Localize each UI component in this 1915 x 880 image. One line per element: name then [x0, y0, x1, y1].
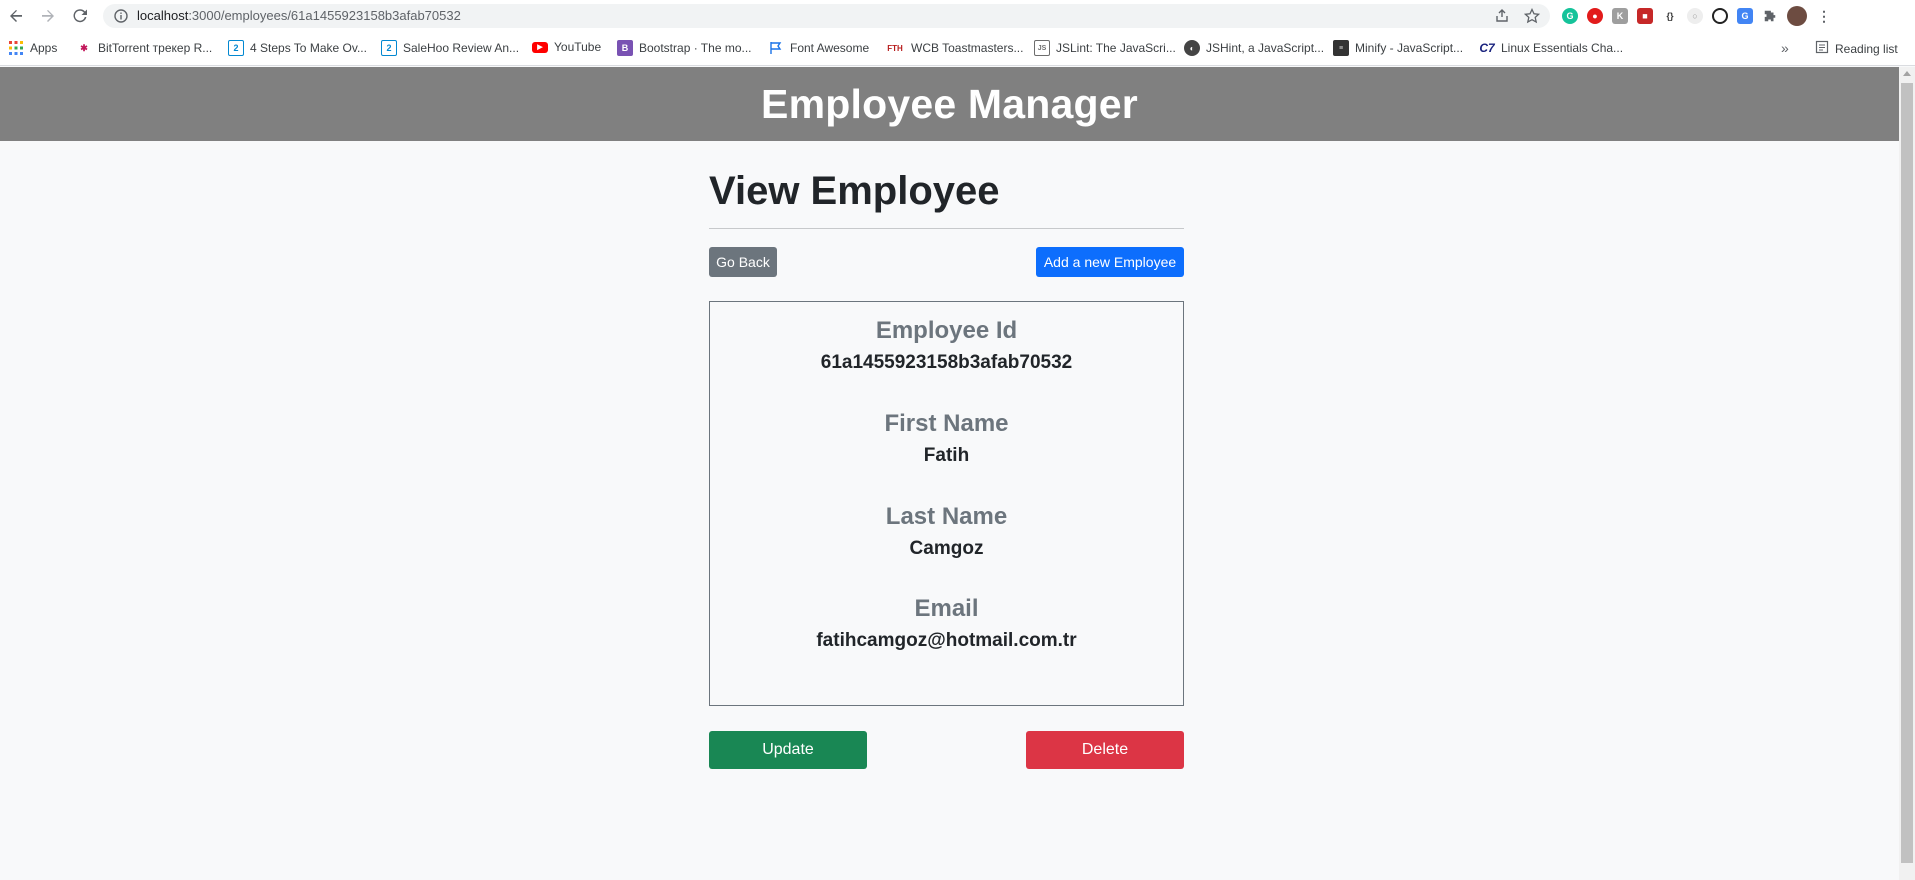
forward-arrow-icon[interactable]	[38, 6, 58, 26]
update-button[interactable]: Update	[709, 731, 867, 769]
salehoo-icon: 2	[381, 40, 397, 56]
bookmark-label: Font Awesome	[790, 41, 870, 55]
address-bar[interactable]: localhost:3000/employees/61a1455923158b3…	[103, 4, 1550, 28]
title-divider	[709, 228, 1184, 229]
scroll-up-arrow-icon[interactable]	[1903, 71, 1911, 76]
bookmark-label: JSLint: The JavaScri...	[1056, 41, 1176, 55]
bookmark-star-icon[interactable]	[1523, 7, 1541, 29]
go-back-button[interactable]: Go Back	[709, 247, 777, 277]
bookmark-youtube[interactable]: ▶ YouTube	[532, 40, 601, 54]
bookmark-label: Linux Essentials Cha...	[1501, 41, 1624, 55]
bookmark-toastmasters[interactable]: FTH WCB Toastmasters...	[885, 40, 1023, 56]
main-content: View Employee Go Back Add a new Employee…	[709, 141, 1184, 769]
bookmark-label: Minify - JavaScript...	[1355, 41, 1464, 55]
site-info-icon[interactable]	[113, 8, 129, 29]
salehoo-icon: 2	[228, 40, 244, 56]
ext-red-icon[interactable]: ■	[1637, 8, 1653, 24]
bootstrap-icon: B	[617, 40, 633, 56]
ext-timer-icon[interactable]	[1712, 8, 1728, 24]
bookmark-jslint[interactable]: JS JSLint: The JavaScri...	[1034, 40, 1176, 56]
employee-details-card: Employee Id 61a1455923158b3afab70532 Fir…	[709, 301, 1184, 706]
profile-avatar[interactable]	[1787, 6, 1807, 26]
back-arrow-icon[interactable]	[6, 6, 26, 26]
first-name-field: First Name Fatih	[710, 410, 1183, 468]
adblock-icon[interactable]: ●	[1587, 8, 1603, 24]
email-label: Email	[914, 595, 979, 622]
last-name-field: Last Name Camgoz	[710, 503, 1183, 561]
flag-icon	[768, 40, 784, 56]
globe-icon: ◐	[1184, 40, 1200, 56]
bookmark-salehoo[interactable]: 2 SaleHoo Review An...	[381, 40, 519, 56]
bookmark-label: WCB Toastmasters...	[911, 41, 1024, 55]
last-name-value: Camgoz	[909, 538, 984, 559]
c7-icon: C7	[1479, 41, 1495, 55]
minify-icon: ≡	[1333, 40, 1349, 56]
bookmark-bootstrap[interactable]: B Bootstrap · The mo...	[617, 40, 752, 56]
last-name-label: Last Name	[885, 503, 1008, 530]
bookmark-linux-essentials[interactable]: C7 Linux Essentials Cha...	[1479, 40, 1623, 56]
add-employee-button[interactable]: Add a new Employee	[1036, 247, 1184, 277]
apps-grid-icon	[8, 40, 24, 56]
ext-circle-icon[interactable]: ○	[1687, 8, 1703, 24]
bookmark-label: YouTube	[554, 40, 602, 54]
google-translate-icon[interactable]: G	[1737, 8, 1753, 24]
bookmark-label: 4 Steps To Make Ov...	[250, 41, 367, 55]
url-host: localhost	[137, 8, 189, 23]
employee-id-label: Employee Id	[875, 317, 1018, 344]
delete-button[interactable]: Delete	[1026, 731, 1184, 769]
bookmarks-overflow-button[interactable]: »	[1781, 40, 1789, 56]
url-path: :3000/employees/61a1455923158b3afab70532	[188, 8, 461, 23]
extensions-puzzle-icon[interactable]	[1762, 8, 1778, 24]
reading-list-icon	[1815, 40, 1829, 57]
grammarly-icon[interactable]: G	[1562, 8, 1578, 24]
app-header: Employee Manager	[0, 67, 1899, 141]
bookmark-apps[interactable]: Apps	[8, 40, 57, 56]
first-name-value: Fatih	[923, 445, 970, 466]
bookmark-bittorrent[interactable]: ✱ BitTorrent трекер R...	[76, 40, 212, 56]
bookmark-label: Apps	[30, 41, 58, 55]
bookmark-label: SaleHoo Review An...	[403, 41, 520, 55]
fth-icon: FTH	[887, 43, 903, 53]
extensions-bar: G ● K ■ {} ○ G ⋮	[1562, 6, 1832, 26]
url-text: localhost:3000/employees/61a1455923158b3…	[137, 8, 461, 23]
bookmark-font-awesome[interactable]: Font Awesome	[768, 40, 869, 56]
first-name-label: First Name	[884, 410, 1009, 437]
jslint-icon: JS	[1034, 40, 1050, 56]
app-title: Employee Manager	[761, 80, 1138, 127]
bookmark-label: JSHint, a JavaScript...	[1206, 41, 1325, 55]
share-icon[interactable]	[1494, 8, 1510, 29]
email-value: fatihcamgoz@hotmail.com.tr	[816, 630, 1077, 651]
bookmark-4-steps[interactable]: 2 4 Steps To Make Ov...	[228, 40, 367, 56]
reading-list-button[interactable]: Reading list	[1815, 40, 1898, 57]
page-scrollbar[interactable]	[1899, 67, 1915, 880]
ext-k-icon[interactable]: K	[1612, 8, 1628, 24]
youtube-icon: ▶	[532, 41, 548, 53]
bookmark-label: Bootstrap · The mo...	[639, 41, 752, 55]
email-field: Email fatihcamgoz@hotmail.com.tr	[710, 595, 1183, 653]
employee-id-value: 61a1455923158b3afab70532	[820, 352, 1073, 373]
scrollbar-thumb[interactable]	[1901, 83, 1913, 863]
bookmark-minify[interactable]: ≡ Minify - JavaScript...	[1333, 40, 1463, 56]
bookmarks-bar: Apps ✱ BitTorrent трекер R... 2 4 Steps …	[0, 32, 1915, 66]
reading-list-label: Reading list	[1835, 41, 1898, 56]
employee-id-field: Employee Id 61a1455923158b3afab70532	[710, 317, 1183, 375]
browser-toolbar: localhost:3000/employees/61a1455923158b3…	[0, 0, 1915, 32]
bookmark-jshint[interactable]: ◐ JSHint, a JavaScript...	[1184, 40, 1324, 56]
bookmark-label: BitTorrent трекер R...	[98, 41, 213, 55]
json-viewer-icon[interactable]: {}	[1662, 8, 1678, 24]
menu-kebab-icon[interactable]: ⋮	[1816, 8, 1832, 24]
page-title: View Employee	[709, 169, 1000, 213]
bittorrent-icon: ✱	[80, 42, 88, 53]
reload-icon[interactable]	[70, 6, 90, 26]
